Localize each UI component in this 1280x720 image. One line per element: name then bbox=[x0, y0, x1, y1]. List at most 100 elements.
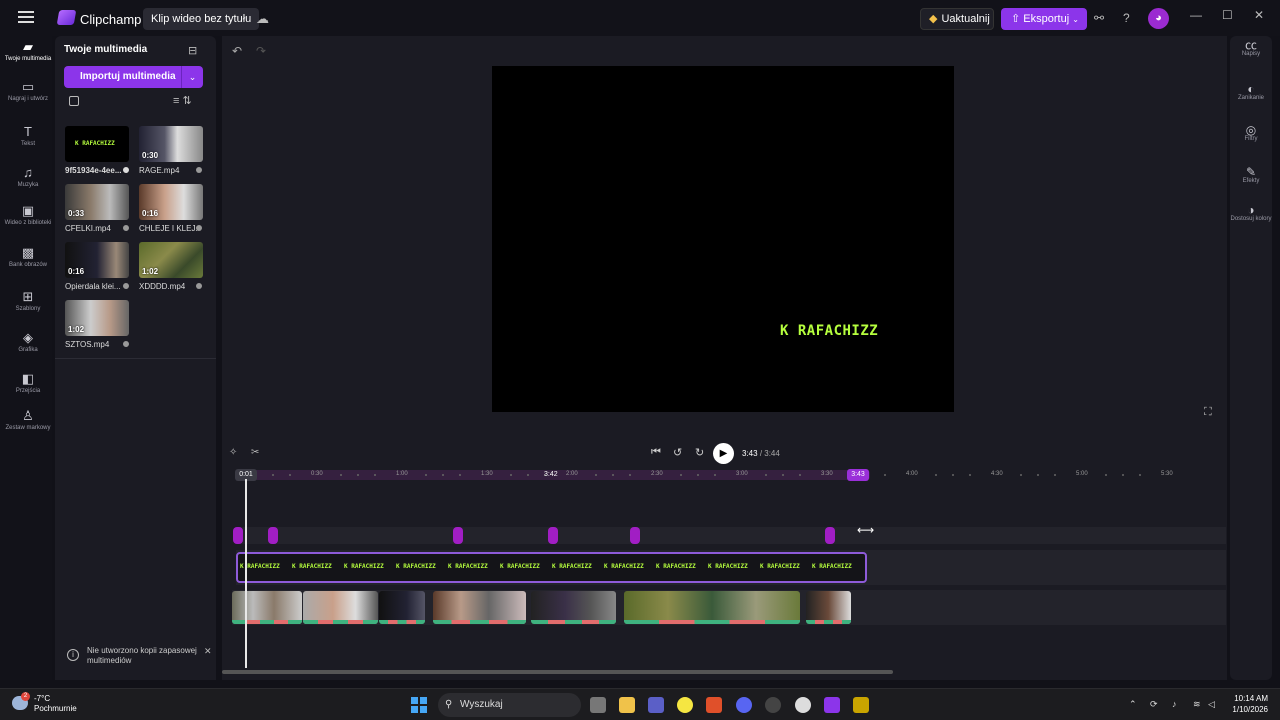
playhead[interactable] bbox=[245, 479, 247, 668]
taskbar-search[interactable]: ⚲ Wyszukaj bbox=[438, 693, 581, 717]
discord-icon[interactable] bbox=[736, 697, 752, 713]
ruler-tick bbox=[969, 474, 971, 476]
minimize-icon[interactable]: — bbox=[1190, 8, 1202, 22]
rail-item-text[interactable]: T Tekst bbox=[2, 125, 54, 148]
app-icon[interactable] bbox=[795, 697, 811, 713]
brave-icon[interactable] bbox=[706, 697, 722, 713]
video-clip[interactable] bbox=[232, 591, 302, 624]
video-clip[interactable] bbox=[303, 591, 378, 624]
panel-item-filters[interactable]: ◎ Filtry bbox=[1230, 124, 1272, 143]
rail-item-record[interactable]: ▭ Nagraj i utwórz bbox=[2, 80, 54, 103]
track-marker[interactable] bbox=[825, 527, 835, 544]
track-marker[interactable] bbox=[630, 527, 640, 544]
media-thumbnail[interactable]: 1:02 bbox=[139, 242, 203, 278]
redo-icon[interactable]: ↷ bbox=[256, 44, 266, 58]
play-button[interactable]: ▶ bbox=[713, 443, 734, 464]
forward-icon[interactable]: ↻ bbox=[695, 446, 704, 459]
ruler-tick bbox=[799, 474, 801, 476]
magic-icon[interactable]: ✧ bbox=[229, 447, 237, 458]
collapse-panel-icon[interactable]: ⊟ bbox=[188, 44, 197, 57]
rail-item-transitions[interactable]: ◧ Przejścia bbox=[2, 372, 54, 395]
close-icon[interactable]: ✕ bbox=[204, 646, 212, 656]
preview-overlay-text[interactable]: K RAFACHIZZ bbox=[780, 323, 878, 339]
volume-icon[interactable]: ◁ bbox=[1208, 699, 1215, 710]
video-clip[interactable] bbox=[624, 591, 800, 624]
undo-icon[interactable]: ↶ bbox=[232, 44, 242, 58]
rail-item-graphics[interactable]: ◈ Grafika bbox=[2, 331, 54, 354]
track-marker[interactable] bbox=[453, 527, 463, 544]
avatar[interactable]: ◕ bbox=[1148, 8, 1169, 29]
maximize-icon[interactable]: ☐ bbox=[1222, 8, 1233, 22]
panel-item-fade[interactable]: ◐ Zanikanie bbox=[1230, 83, 1272, 102]
sort-icon[interactable]: ≡ ⇅ bbox=[173, 94, 192, 107]
clock[interactable]: 10:14 AM 1/10/2026 bbox=[1228, 693, 1268, 715]
rewind-icon[interactable]: ↺ bbox=[673, 446, 682, 459]
text-clip[interactable]: K RAFACHIZZ K RAFACHIZZ K RAFACHIZZ K RA… bbox=[236, 552, 867, 583]
video-clip[interactable] bbox=[531, 591, 616, 624]
help-icon[interactable]: ? bbox=[1123, 11, 1130, 25]
task-view-icon[interactable] bbox=[590, 697, 606, 713]
range-end[interactable]: 3:43 bbox=[847, 469, 869, 481]
project-title[interactable]: Klip wideo bez tytułu bbox=[143, 8, 260, 30]
share-icon[interactable]: ⚯ bbox=[1094, 11, 1104, 25]
mic-icon[interactable]: ♪ bbox=[1172, 699, 1177, 709]
media-thumbnail[interactable]: 0:30 bbox=[139, 126, 203, 162]
video-preview[interactable]: K RAFACHIZZ bbox=[492, 66, 954, 412]
ruler-tick bbox=[289, 474, 291, 476]
panel-label: Efekty bbox=[1242, 178, 1260, 184]
rail-item-templates[interactable]: ⊞ Szablony bbox=[2, 290, 54, 313]
panel-item-captions[interactable]: ㏄ Napisy bbox=[1230, 39, 1272, 58]
close-icon[interactable]: ✕ bbox=[1254, 8, 1264, 22]
video-clip[interactable] bbox=[433, 591, 526, 624]
chevron-down-icon[interactable]: ⌄ bbox=[181, 66, 203, 88]
media-thumbnail[interactable]: 0:33 bbox=[65, 184, 129, 220]
track-marker[interactable] bbox=[268, 527, 278, 544]
text-clip-label: K RAFACHIZZ bbox=[708, 563, 748, 570]
file-explorer-icon[interactable] bbox=[619, 697, 635, 713]
teams-icon[interactable] bbox=[648, 697, 664, 713]
media-thumbnail[interactable]: 0:16 bbox=[139, 184, 203, 220]
media-thumbnail[interactable]: K RAFACHIZZ bbox=[65, 126, 129, 162]
panel-item-effects[interactable]: ✎ Efekty bbox=[1230, 165, 1272, 185]
cloud-sync-off-icon[interactable]: ☁ bbox=[256, 11, 269, 27]
ruler-tick bbox=[1122, 474, 1124, 476]
video-clip[interactable] bbox=[379, 591, 425, 624]
rail-label: Szablony bbox=[15, 306, 41, 312]
app-icon[interactable] bbox=[765, 697, 781, 713]
wifi-icon[interactable]: ≋ bbox=[1193, 699, 1201, 710]
track-marker[interactable] bbox=[233, 527, 243, 544]
fullscreen-icon[interactable]: ⛶ bbox=[1204, 406, 1212, 419]
rail-item-media[interactable]: ▰ Twoje multimedia bbox=[2, 40, 54, 63]
timeline-scrollbar[interactable] bbox=[222, 670, 893, 674]
windows-start-icon[interactable] bbox=[411, 697, 427, 713]
skip-back-icon[interactable]: ⏮ bbox=[651, 446, 661, 459]
select-all-checkbox[interactable] bbox=[69, 96, 79, 106]
ruler-tick bbox=[714, 474, 716, 476]
ruler-label: 0:30 bbox=[311, 471, 323, 477]
sync-icon[interactable]: ⟳ bbox=[1150, 699, 1158, 710]
chevron-up-icon[interactable]: ⌃ bbox=[1129, 699, 1137, 710]
clipchamp-taskbar-icon[interactable] bbox=[824, 697, 840, 713]
ruler-tick bbox=[884, 474, 886, 476]
scissors-icon[interactable]: ✂ bbox=[251, 447, 259, 458]
ruler-tick bbox=[782, 474, 784, 476]
upgrade-button[interactable]: ◆ Uaktualnij bbox=[920, 8, 994, 30]
rail-item-stock-video[interactable]: ▣ Wideo z biblioteki bbox=[2, 204, 54, 227]
panel-item-color[interactable]: ◑ Dostosuj kolory bbox=[1230, 204, 1272, 223]
media-thumbnail[interactable]: 0:16 bbox=[65, 242, 129, 278]
effects-icon: ✎ bbox=[1245, 165, 1257, 179]
video-clip[interactable] bbox=[806, 591, 851, 624]
rail-item-music[interactable]: ♫ Muzyka bbox=[2, 166, 54, 189]
menu-icon[interactable] bbox=[18, 11, 34, 25]
rail-item-stock-images[interactable]: ▩ Bank obrazów bbox=[2, 246, 54, 269]
snapchat-icon[interactable] bbox=[677, 697, 693, 713]
hover-time: 3:42 bbox=[544, 471, 558, 478]
media-thumbnail[interactable]: 1:02 bbox=[65, 300, 129, 336]
ruler-label: 1:30 bbox=[481, 471, 493, 477]
rail-item-brand-kit[interactable]: ♙ Zestaw markowy bbox=[2, 409, 54, 432]
weather-widget[interactable]: 2 -7°C Pochmurnie bbox=[12, 692, 77, 714]
chevron-down-icon: ⌄ bbox=[1072, 15, 1079, 24]
export-button[interactable]: ⇧ Eksportuj ⌄ bbox=[1001, 8, 1087, 30]
track-marker[interactable] bbox=[548, 527, 558, 544]
app-icon[interactable] bbox=[853, 697, 869, 713]
